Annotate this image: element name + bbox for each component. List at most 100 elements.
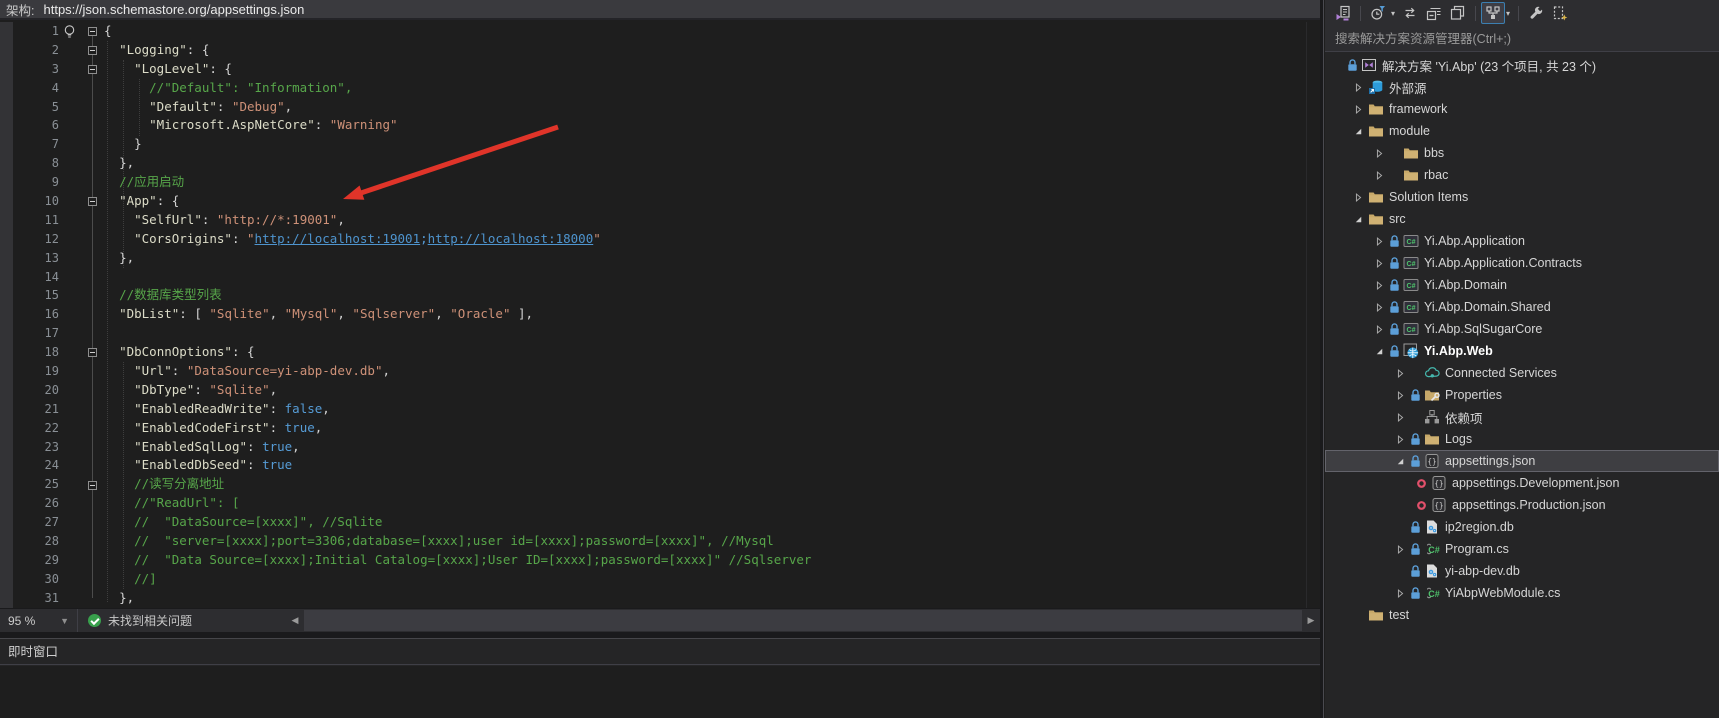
fold-toggle-icon[interactable] (88, 46, 97, 55)
tree-row-yi.abp.sqlsugarcore[interactable]: C#Yi.Abp.SqlSugarCore (1325, 318, 1719, 340)
tree-row-yi.abp.domain[interactable]: C#Yi.Abp.Domain (1325, 274, 1719, 296)
horizontal-scrollbar[interactable]: ◀ ▶ (288, 609, 1318, 632)
tree-row-yiabpwebmodule.cs[interactable]: C#YiAbpWebModule.cs (1325, 582, 1719, 604)
sync-with-active-document-icon[interactable] (1398, 2, 1422, 24)
expander-collapsed-icon[interactable] (1392, 431, 1408, 447)
code-link[interactable]: http://localhost:19001 (255, 231, 421, 246)
tree-row-appsettings.development.json[interactable]: {}appsettings.Development.json (1325, 472, 1719, 494)
tree-row--yi.abp-23-23-[interactable]: 解决方案 'Yi.Abp' (23 个项目, 共 23 个) (1325, 54, 1719, 76)
tree-row-program.cs[interactable]: C#Program.cs (1325, 538, 1719, 560)
tree-row-logs[interactable]: Logs (1325, 428, 1719, 450)
expander-expanded-icon[interactable] (1350, 211, 1366, 227)
tree-row-solution-items[interactable]: Solution Items (1325, 186, 1719, 208)
code-line-24[interactable]: "EnabledDbSeed": true (104, 456, 811, 475)
expander-collapsed-icon[interactable] (1371, 277, 1387, 293)
pane-splitter[interactable] (1320, 0, 1324, 718)
tree-row-bbs[interactable]: bbs (1325, 142, 1719, 164)
code-line-16[interactable]: "DbList": [ "Sqlite", "Mysql", "Sqlserve… (104, 305, 811, 324)
pending-changes-filter-dropdown-icon[interactable]: ▾ (1391, 9, 1395, 18)
scroll-left-icon[interactable]: ◀ (288, 609, 302, 632)
tree-row-rbac[interactable]: rbac (1325, 164, 1719, 186)
tree-row-module[interactable]: module (1325, 120, 1719, 142)
code-line-2[interactable]: "Logging": { (104, 41, 811, 60)
code-line-19[interactable]: "Url": "DataSource=yi-abp-dev.db", (104, 362, 811, 381)
code-line-15[interactable]: //数据库类型列表 (104, 286, 811, 305)
scrollbar-thumb[interactable] (304, 610, 1302, 631)
code-line-6[interactable]: "Microsoft.AspNetCore": "Warning" (104, 116, 811, 135)
fold-toggle-icon[interactable] (88, 27, 97, 36)
code-line-10[interactable]: "App": { (104, 192, 811, 211)
tree-row-yi.abp.application[interactable]: C#Yi.Abp.Application (1325, 230, 1719, 252)
expander-collapsed-icon[interactable] (1371, 233, 1387, 249)
code-line-25[interactable]: //读写分离地址 (104, 475, 811, 494)
code-line-30[interactable]: //] (104, 570, 811, 589)
search-input[interactable] (1325, 26, 1719, 51)
code-line-11[interactable]: "SelfUrl": "http://*:19001", (104, 211, 811, 230)
zoom-level-dropdown[interactable]: 95 % ▼ (0, 609, 78, 632)
editor-vertical-scrollbar[interactable] (1306, 22, 1320, 608)
lightbulb-icon[interactable] (62, 24, 77, 45)
expander-collapsed-icon[interactable] (1392, 541, 1408, 557)
code-editor[interactable]: 1234567891011121314151617181920212223242… (0, 22, 1320, 608)
expander-expanded-icon[interactable] (1392, 453, 1408, 469)
code-line-8[interactable]: }, (104, 154, 811, 173)
code-link[interactable]: http://localhost:18000 (428, 231, 594, 246)
expander-collapsed-icon[interactable] (1392, 585, 1408, 601)
tree-row-connected-services[interactable]: Connected Services (1325, 362, 1719, 384)
tree-row--[interactable]: 外部源 (1325, 76, 1719, 98)
expander-collapsed-icon[interactable] (1350, 189, 1366, 205)
code-line-22[interactable]: "EnabledCodeFirst": true, (104, 419, 811, 438)
tree-row-yi.abp.application.contracts[interactable]: C#Yi.Abp.Application.Contracts (1325, 252, 1719, 274)
code-line-1[interactable]: { (104, 22, 811, 41)
expander-collapsed-icon[interactable] (1371, 299, 1387, 315)
expander-collapsed-icon[interactable] (1392, 365, 1408, 381)
expander-collapsed-icon[interactable] (1350, 79, 1366, 95)
scroll-right-icon[interactable]: ▶ (1304, 609, 1318, 632)
expander-collapsed-icon[interactable] (1371, 167, 1387, 183)
tree-row-yi.abp.web[interactable]: Yi.Abp.Web (1325, 340, 1719, 362)
code-line-5[interactable]: "Default": "Debug", (104, 98, 811, 117)
tree-row-framework[interactable]: framework (1325, 98, 1719, 120)
code-lines[interactable]: { "Logging": { "LogLevel": { //"Default"… (104, 22, 811, 608)
code-line-27[interactable]: // "DataSource=[xxxx]", //Sqlite (104, 513, 811, 532)
tree-row-appsettings.json[interactable]: {}appsettings.json (1325, 450, 1719, 472)
code-line-9[interactable]: //应用启动 (104, 173, 811, 192)
code-line-3[interactable]: "LogLevel": { (104, 60, 811, 79)
fold-toggle-icon[interactable] (88, 197, 97, 206)
fold-toggle-icon[interactable] (88, 65, 97, 74)
tree-row-appsettings.production.json[interactable]: {}appsettings.Production.json (1325, 494, 1719, 516)
code-line-31[interactable]: }, (104, 589, 811, 608)
switch-views-icon[interactable] (1331, 2, 1355, 24)
code-line-26[interactable]: //"ReadUrl": [ (104, 494, 811, 513)
expander-collapsed-icon[interactable] (1371, 321, 1387, 337)
expander-collapsed-icon[interactable] (1350, 101, 1366, 117)
expander-expanded-icon[interactable] (1350, 123, 1366, 139)
tree-row-src[interactable]: src (1325, 208, 1719, 230)
expander-collapsed-icon[interactable] (1392, 387, 1408, 403)
code-line-12[interactable]: "CorsOrigins": "http://localhost:19001;h… (104, 230, 811, 249)
code-line-13[interactable]: }, (104, 249, 811, 268)
breakpoint-gutter[interactable] (0, 22, 13, 608)
properties-icon[interactable] (1524, 2, 1548, 24)
collapse-all-icon[interactable] (1422, 2, 1446, 24)
expander-collapsed-icon[interactable] (1371, 145, 1387, 161)
code-line-23[interactable]: "EnabledSqlLog": true, (104, 438, 811, 457)
preview-selected-items-dropdown-icon[interactable]: ▾ (1506, 9, 1510, 18)
expander-collapsed-icon[interactable] (1371, 255, 1387, 271)
fold-toggle-icon[interactable] (88, 481, 97, 490)
tree-row-yi.abp.domain.shared[interactable]: C#Yi.Abp.Domain.Shared (1325, 296, 1719, 318)
code-line-14[interactable] (104, 268, 811, 287)
pending-changes-filter-icon[interactable] (1366, 2, 1390, 24)
code-line-18[interactable]: "DbConnOptions": { (104, 343, 811, 362)
preview-selected-items-icon[interactable] (1481, 2, 1505, 24)
code-line-21[interactable]: "EnabledReadWrite": false, (104, 400, 811, 419)
tree-row-yi-abp-dev.db[interactable]: yi-abp-dev.db (1325, 560, 1719, 582)
schema-url-combobox[interactable]: https://json.schemastore.org/appsettings… (43, 2, 304, 17)
properties-pages-icon[interactable] (1446, 2, 1470, 24)
tree-row-properties[interactable]: Properties (1325, 384, 1719, 406)
fold-toggle-icon[interactable] (88, 348, 97, 357)
expander-expanded-icon[interactable] (1371, 343, 1387, 359)
document-health-indicator[interactable]: 未找到相关问题 (88, 612, 192, 629)
tree-row-test[interactable]: test (1325, 604, 1719, 626)
immediate-window-content[interactable] (0, 666, 1320, 718)
